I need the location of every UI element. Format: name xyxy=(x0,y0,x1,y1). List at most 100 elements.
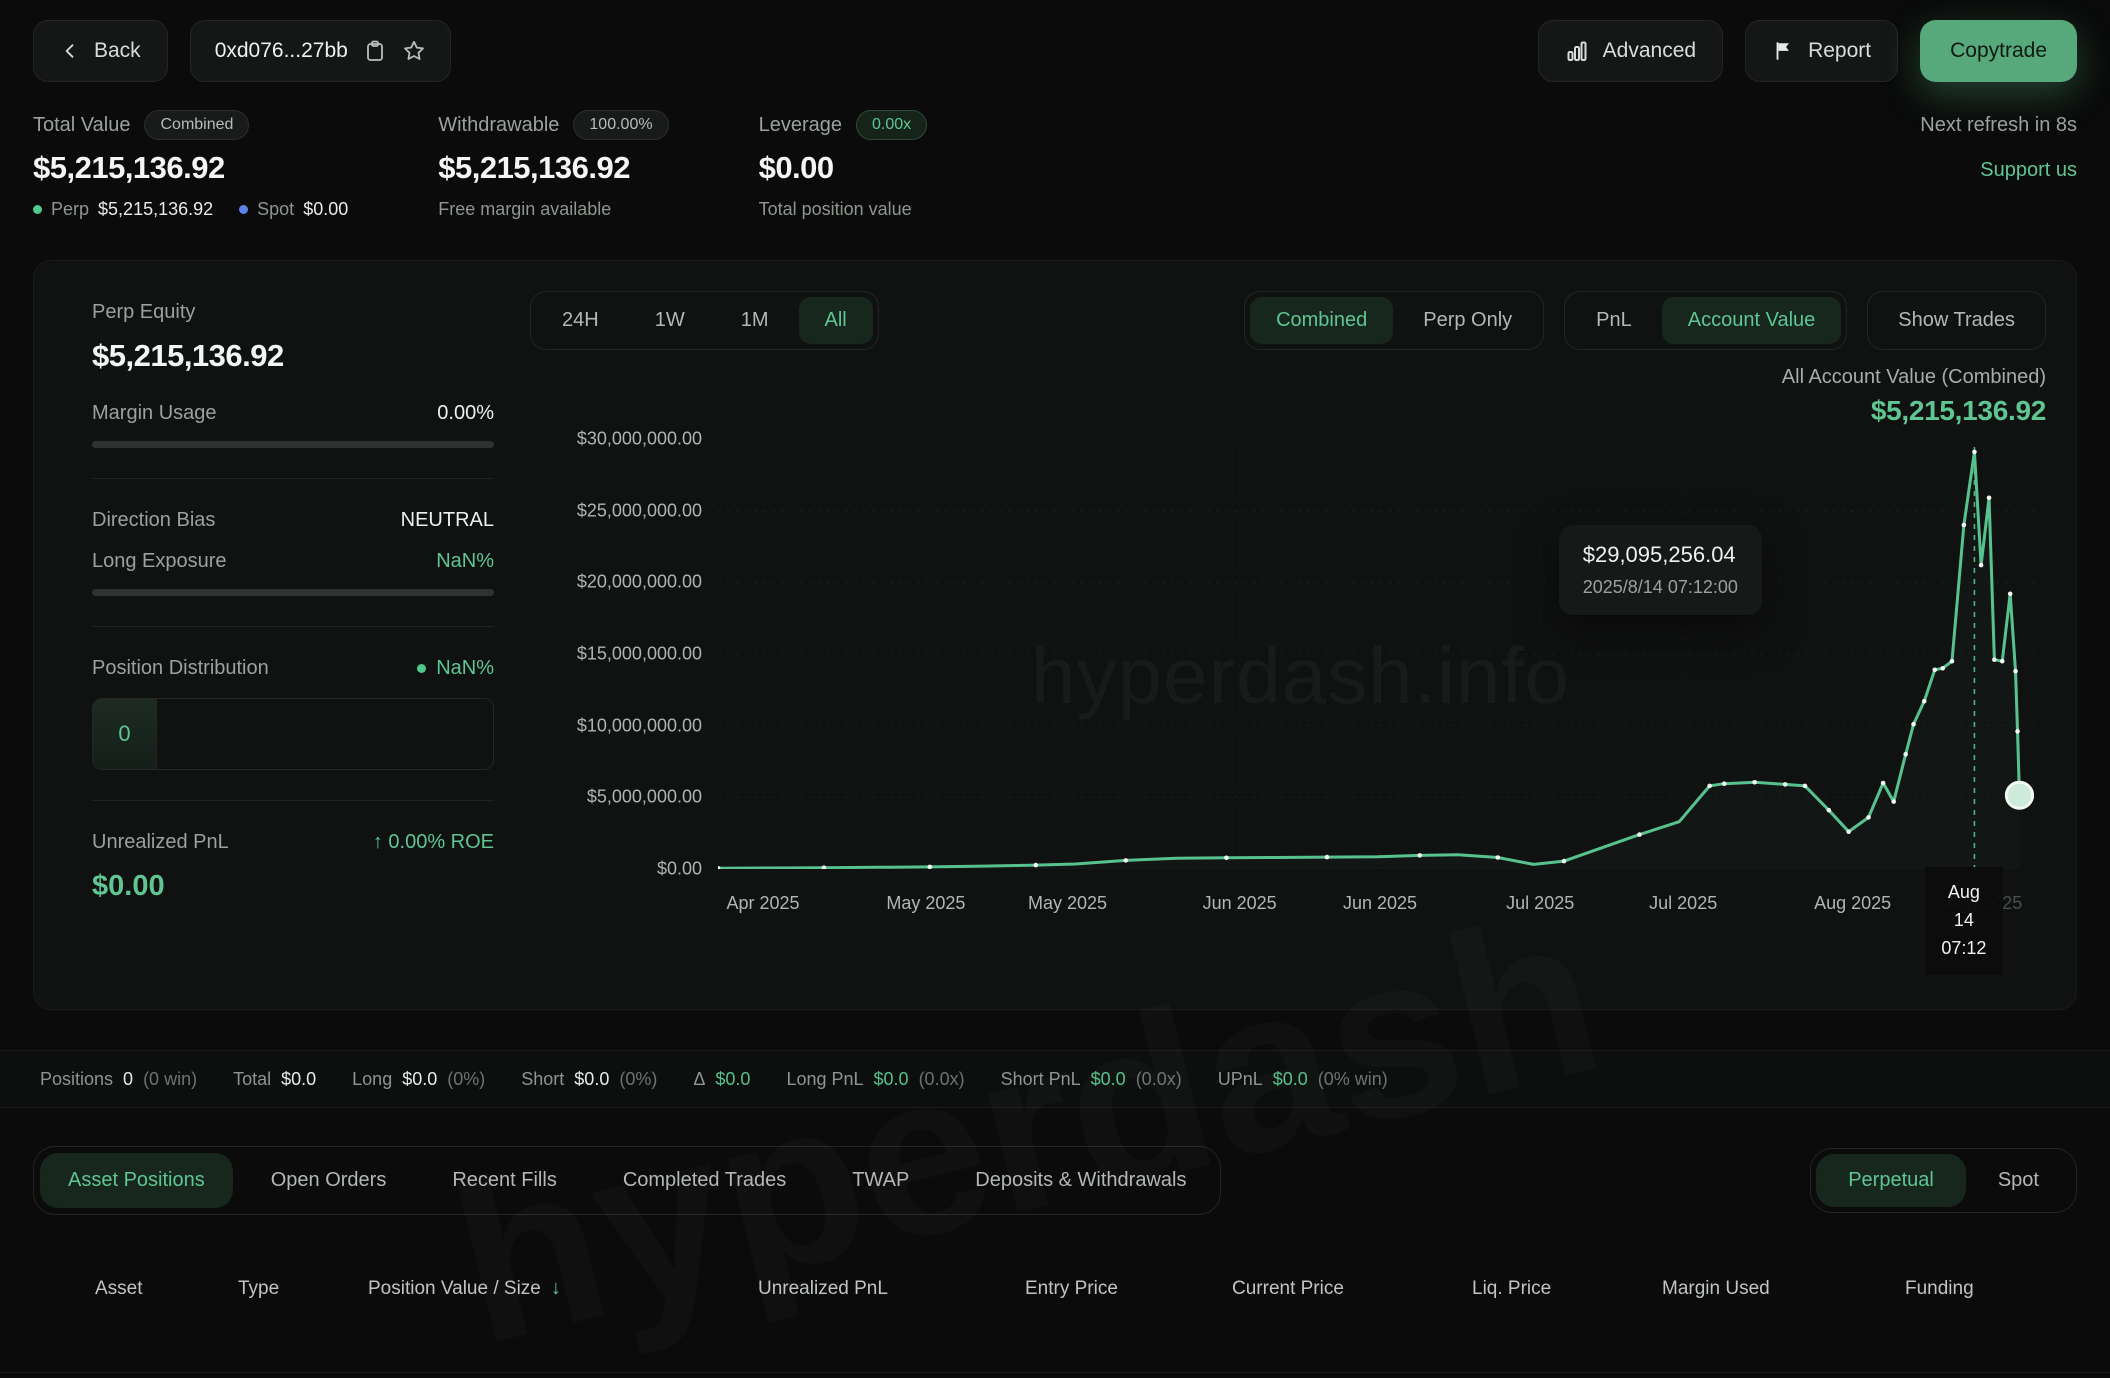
col-liq-price[interactable]: Liq. Price xyxy=(1472,1277,1662,1300)
chart-plot[interactable]: hyperdash.info $29,095,256.04 2025/8/14 … xyxy=(718,439,2042,869)
y-axis-tick: $20,000,000.00 xyxy=(577,572,702,593)
withdrawable-amount: $5,215,136.92 xyxy=(438,150,668,186)
withdrawable-stat: Withdrawable 100.00% $5,215,136.92 Free … xyxy=(438,110,668,220)
tab-asset-positions[interactable]: Asset Positions xyxy=(40,1153,233,1208)
positions-count: Positions 0 (0 win) xyxy=(40,1069,197,1090)
leverage-stat: Leverage 0.00x $0.00 Total position valu… xyxy=(759,110,928,220)
range-all-button[interactable]: All xyxy=(799,297,873,344)
show-trades-button[interactable]: Show Trades xyxy=(1867,291,2046,350)
x-axis-tick: Apr 2025 xyxy=(726,893,799,914)
hyperdash-trader-page: Back 0xd076...27bb Advanced Report xyxy=(0,0,2110,1378)
copytrade-label: Copytrade xyxy=(1950,39,2047,62)
flag-icon xyxy=(1772,39,1794,63)
col-unrealized-pnl[interactable]: Unrealized PnL xyxy=(758,1277,1025,1300)
panel-divider xyxy=(92,478,494,479)
col-type[interactable]: Type xyxy=(238,1277,368,1300)
x-axis-tick: Aug 2025 xyxy=(1814,893,1891,914)
positions-long: Long $0.0 (0%) xyxy=(352,1069,485,1090)
advanced-button[interactable]: Advanced xyxy=(1538,20,1723,82)
report-button[interactable]: Report xyxy=(1745,20,1898,82)
withdrawable-badge: 100.00% xyxy=(573,110,668,140)
positions-table-header: Asset Type Position Value / Size ↓ Unrea… xyxy=(0,1277,2110,1300)
x-axis-labels: Aug 2025Aug 2025Jul 2025Jul 2025Jun 2025… xyxy=(718,881,2042,959)
position-distribution-bar: 0 xyxy=(92,698,494,770)
total-value-amount: $5,215,136.92 xyxy=(33,150,348,186)
table-divider xyxy=(0,1372,2110,1373)
positions-short-pnl: Short PnL $0.0 (0.0x) xyxy=(1001,1069,1182,1090)
spot-dot-icon xyxy=(239,205,248,214)
positions-upnl: UPnL $0.0 (0% win) xyxy=(1218,1069,1388,1090)
leverage-badge: 0.00x xyxy=(856,110,927,140)
col-asset[interactable]: Asset xyxy=(95,1277,238,1300)
range-1w-button[interactable]: 1W xyxy=(629,297,711,344)
positions-short: Short $0.0 (0%) xyxy=(521,1069,657,1090)
perp-breakdown: Perp $5,215,136.92 xyxy=(33,199,213,220)
perp-label: Perp xyxy=(51,199,89,220)
chart-tooltip: $29,095,256.04 2025/8/14 07:12:00 xyxy=(1559,525,1762,615)
market-spot-button[interactable]: Spot xyxy=(1966,1154,2071,1207)
support-us-link[interactable]: Support us xyxy=(1920,159,2077,182)
y-axis-labels: $30,000,000.00$25,000,000.00$20,000,000.… xyxy=(530,439,702,869)
direction-bias-value: NEUTRAL xyxy=(401,509,494,532)
distribution-zero-cell: 0 xyxy=(93,699,157,769)
mode-combined-button[interactable]: Combined xyxy=(1250,297,1393,344)
back-button[interactable]: Back xyxy=(33,20,168,82)
tab-open-orders[interactable]: Open Orders xyxy=(243,1153,415,1208)
x-axis-tick: May 2025 xyxy=(1028,893,1107,914)
spot-label: Spot xyxy=(257,199,294,220)
chevron-left-icon xyxy=(60,41,80,61)
wallet-address-pill[interactable]: 0xd076...27bb xyxy=(190,20,451,82)
direction-bias-label: Direction Bias xyxy=(92,509,215,532)
x-axis-tick: Jul 2025 xyxy=(1649,893,1717,914)
range-24h-button[interactable]: 24H xyxy=(536,297,625,344)
copy-address-icon[interactable] xyxy=(364,39,386,63)
chart-area: 24H 1W 1M All Combined Perp Only PnL Acc… xyxy=(494,291,2046,979)
positions-total: Total $0.0 xyxy=(233,1069,316,1090)
long-exposure-label: Long Exposure xyxy=(92,550,227,573)
col-funding[interactable]: Funding xyxy=(1905,1277,2070,1300)
y-axis-tick: $15,000,000.00 xyxy=(577,644,702,665)
perp-equity-label: Perp Equity xyxy=(92,301,494,324)
topbar: Back 0xd076...27bb Advanced Report xyxy=(0,0,2110,82)
mode-perp-only-button[interactable]: Perp Only xyxy=(1397,297,1538,344)
total-value-label: Total Value xyxy=(33,114,130,137)
detail-tabs-row: Asset Positions Open Orders Recent Fills… xyxy=(0,1146,2110,1215)
x-axis-tick: Jun 2025 xyxy=(1343,893,1417,914)
range-1m-button[interactable]: 1M xyxy=(715,297,795,344)
col-margin-used[interactable]: Margin Used xyxy=(1662,1277,1905,1300)
col-current-price[interactable]: Current Price xyxy=(1232,1277,1472,1300)
col-position-value-size[interactable]: Position Value / Size ↓ xyxy=(368,1277,758,1300)
crosshair-date-box: Aug 14 07:12 xyxy=(1925,867,2003,975)
pnl-toggle-button[interactable]: PnL xyxy=(1570,297,1658,344)
chart-controls: 24H 1W 1M All Combined Perp Only PnL Acc… xyxy=(530,291,2046,350)
market-perpetual-button[interactable]: Perpetual xyxy=(1816,1154,1966,1207)
y-axis-tick: $10,000,000.00 xyxy=(577,715,702,736)
overview-card: Perp Equity $5,215,136.92 Margin Usage 0… xyxy=(33,260,2077,1010)
wallet-address: 0xd076...27bb xyxy=(215,39,348,63)
sort-desc-icon[interactable]: ↓ xyxy=(551,1277,561,1300)
tab-completed-trades[interactable]: Completed Trades xyxy=(595,1153,814,1208)
chart-current-value: $5,215,136.92 xyxy=(530,395,2046,427)
copytrade-button[interactable]: Copytrade xyxy=(1920,20,2077,82)
tab-twap[interactable]: TWAP xyxy=(824,1153,937,1208)
spot-value: $0.00 xyxy=(303,199,348,220)
market-toggle-group: Perpetual Spot xyxy=(1810,1148,2077,1213)
withdrawable-label: Withdrawable xyxy=(438,114,559,137)
account-value-toggle-button[interactable]: Account Value xyxy=(1662,297,1842,344)
mode-toggle-group: Combined Perp Only xyxy=(1244,291,1544,350)
col-entry-price[interactable]: Entry Price xyxy=(1025,1277,1232,1300)
x-axis-tick: May 2025 xyxy=(886,893,965,914)
panel-divider xyxy=(92,800,494,801)
leverage-sub: Total position value xyxy=(759,199,912,220)
favorite-star-icon[interactable] xyxy=(402,39,426,63)
tooltip-time: 2025/8/14 07:12:00 xyxy=(1583,577,1738,598)
spot-breakdown: Spot $0.00 xyxy=(239,199,348,220)
roe-arrow-icon: ↑ xyxy=(373,831,383,853)
tab-deposits-withdrawals[interactable]: Deposits & Withdrawals xyxy=(947,1153,1214,1208)
x-axis-tick: Jul 2025 xyxy=(1506,893,1574,914)
account-value-chart[interactable] xyxy=(718,439,2042,869)
long-exposure-value: NaN% xyxy=(436,550,494,573)
perp-dot-icon xyxy=(33,205,42,214)
position-distribution-label: Position Distribution xyxy=(92,657,269,680)
tab-recent-fills[interactable]: Recent Fills xyxy=(424,1153,584,1208)
